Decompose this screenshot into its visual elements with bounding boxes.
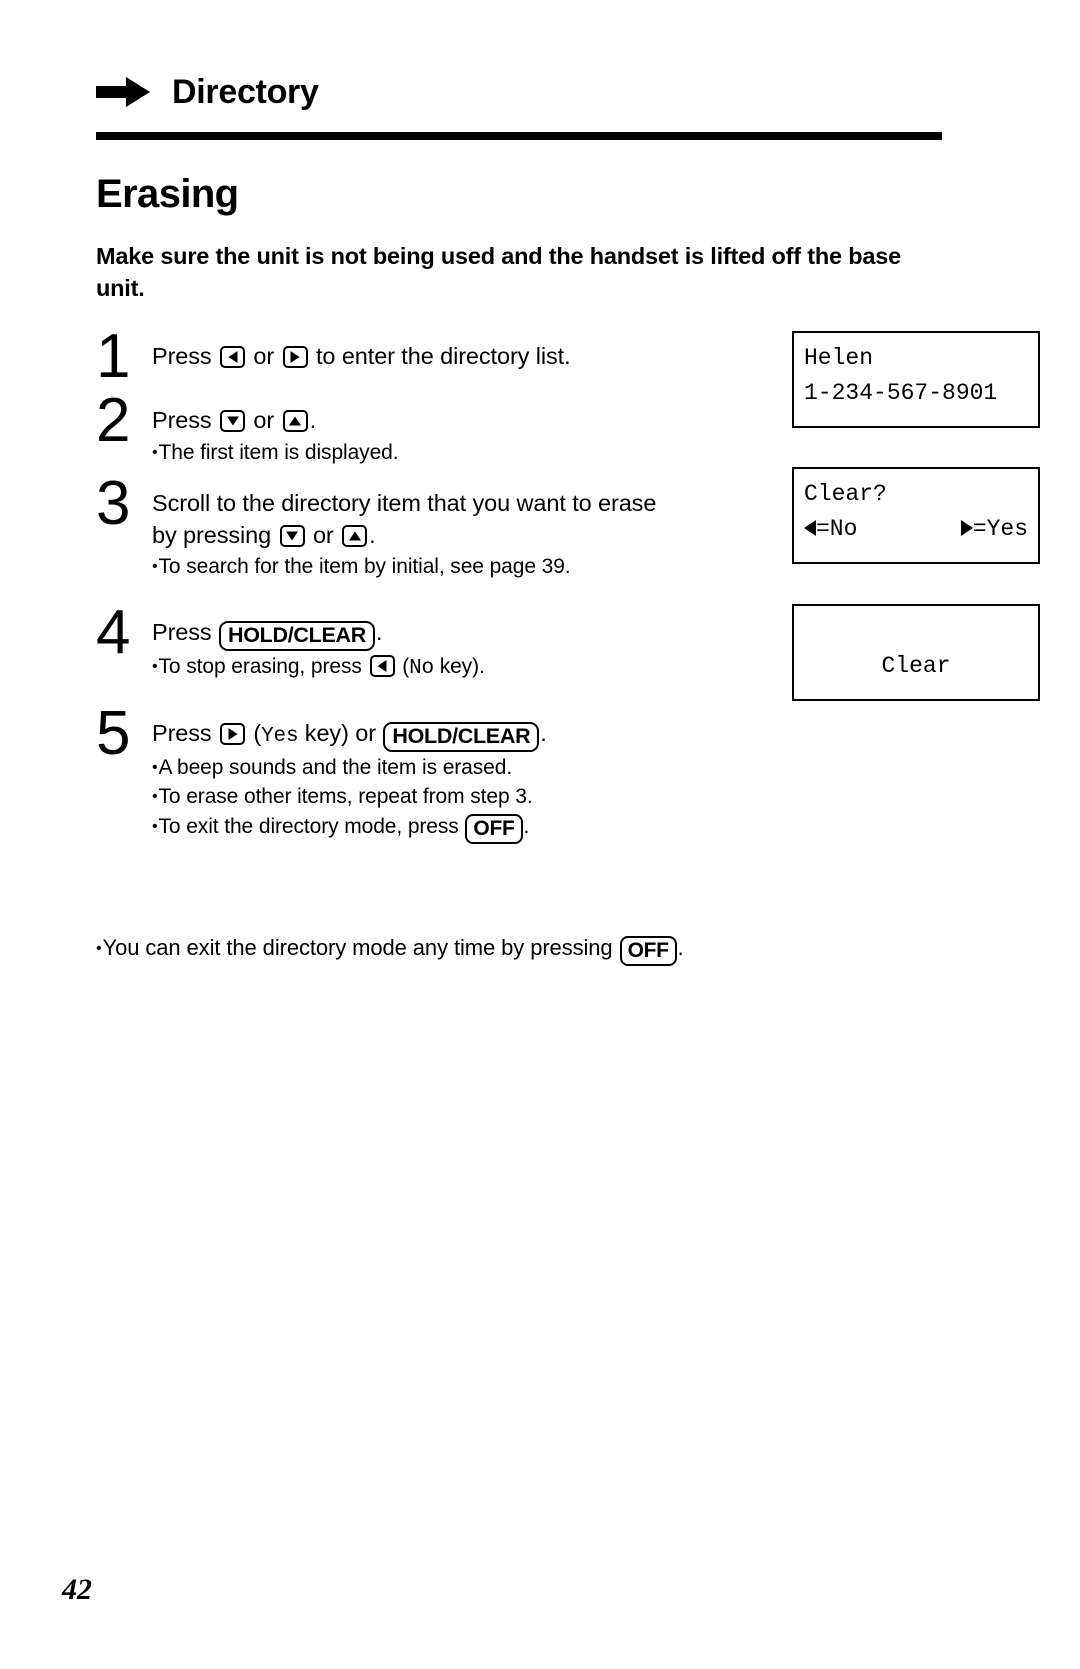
step-body: Press (Yes key) or HOLD/CLEAR. A beep so… (152, 708, 984, 844)
no-key-label: No (409, 656, 434, 680)
step-text-open: ( (247, 719, 262, 746)
lcd-line-prompt: Clear? (804, 480, 887, 507)
step-item: 5 Press (Yes key) or HOLD/CLEAR. A beep … (96, 698, 984, 844)
step-text-close: key) or (298, 719, 383, 746)
step-text-post: . (540, 719, 547, 746)
manual-page: Directory Erasing Make sure the unit is … (0, 0, 1080, 1669)
note-text-pre: To stop erasing, press (158, 654, 368, 678)
down-arrow-key-icon (279, 524, 305, 547)
lcd-line-name: Helen (804, 344, 874, 371)
lcd-display-directory-item: Helen 1-234-567-8901 (792, 330, 1040, 428)
section-lead-text: Make sure the unit is not being used and… (96, 243, 901, 302)
step-number: 1 (96, 321, 131, 391)
step-instruction: Scroll to the directory item that you wa… (152, 488, 672, 551)
note-text-pre: To exit the directory mode, press (158, 814, 465, 838)
page-number: 42 (62, 1573, 92, 1606)
step-text-pre: Press (152, 719, 218, 746)
step-text-post: . (375, 618, 383, 645)
step-text-mid: or (306, 521, 341, 548)
steps-list: 1 Press or to enter the directory list. … (96, 321, 1040, 844)
lcd-display-cleared: Clear (792, 603, 1040, 701)
up-arrow-key-icon (282, 409, 308, 432)
note-text-mid: ( (396, 654, 410, 678)
lcd-no-label: =No (816, 516, 858, 543)
lcd-line-blank (804, 614, 1028, 650)
yes-key-label: Yes (261, 724, 299, 748)
page-footnote: You can exit the directory mode any time… (96, 935, 684, 966)
right-arrow-key-icon (282, 345, 308, 368)
step-number: 2 (96, 385, 131, 455)
lcd-no-option: =No (804, 512, 857, 548)
right-arrow-icon (96, 77, 150, 107)
up-arrow-key-icon (342, 524, 368, 547)
right-arrow-icon (960, 520, 973, 537)
step-text-mid: or (247, 406, 281, 433)
step-text-pre: Scroll to the directory item that you wa… (152, 489, 657, 548)
footnote-text-post: . (677, 935, 684, 960)
left-arrow-icon (804, 520, 816, 537)
right-arrow-key-icon (220, 722, 245, 745)
step-note: The first item is displayed. (152, 439, 984, 466)
lcd-yes-option: =Yes (960, 512, 1028, 548)
step-text-pre: Press (152, 406, 218, 433)
step-note: To exit the directory mode, press OFF. (152, 813, 984, 844)
page-header: Directory (96, 0, 984, 118)
header-divider (96, 132, 942, 140)
hold-clear-button[interactable]: HOLD/CLEAR (219, 620, 375, 651)
step-text-mid: or (247, 342, 281, 369)
step-number: 5 (96, 698, 131, 768)
section-title: Erasing (96, 172, 239, 216)
note-text-post: key). (433, 654, 485, 678)
step-note: To erase other items, repeat from step 3… (152, 783, 984, 810)
step-number: 3 (96, 468, 131, 538)
step-text-pre: Press (152, 618, 218, 645)
step-instruction: Press (Yes key) or HOLD/CLEAR. (152, 718, 984, 752)
step-text-pre: Press (152, 342, 218, 369)
off-button[interactable]: OFF (465, 813, 523, 844)
lcd-line-number: 1-234-567-8901 (804, 380, 998, 407)
step-note: A beep sounds and the item is erased. (152, 754, 984, 781)
left-arrow-key-icon (369, 654, 395, 677)
note-text-post: . (523, 814, 530, 838)
down-arrow-key-icon (220, 409, 245, 432)
step-text-post: . (369, 521, 376, 548)
hold-clear-button[interactable]: HOLD/CLEAR (383, 721, 540, 752)
step-text-post: . (309, 406, 317, 433)
off-button[interactable]: OFF (619, 936, 677, 966)
lcd-display-clear-prompt: Clear? =No =Yes (792, 466, 1040, 564)
lcd-yes-label: =Yes (972, 516, 1028, 543)
footnote-text-pre: You can exit the directory mode any time… (102, 935, 619, 960)
step-number: 4 (96, 597, 131, 667)
page-title: Directory (172, 73, 319, 111)
lcd-line-status: Clear (881, 653, 951, 680)
step-text-post: to enter the directory list. (309, 342, 571, 369)
left-arrow-key-icon (220, 345, 245, 368)
lcd-line-options: =No =Yes (804, 512, 1028, 548)
